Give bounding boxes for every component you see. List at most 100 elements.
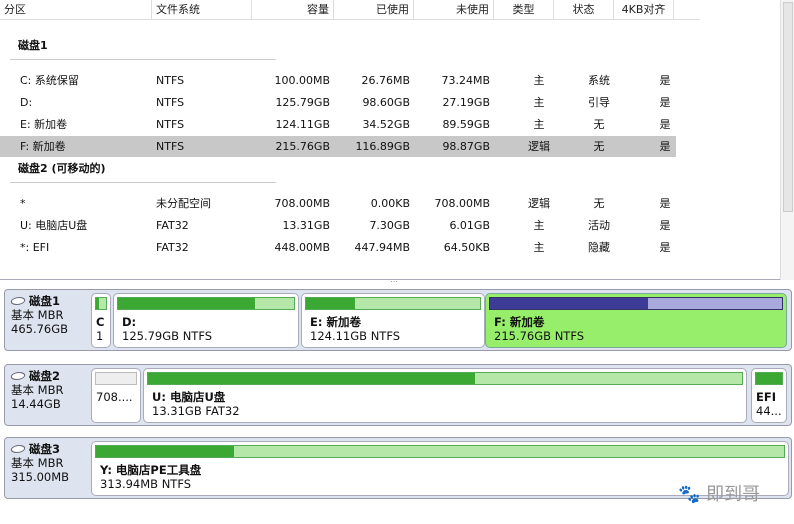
partition-info: 215.76GB NTFS	[494, 329, 585, 343]
cell-cap: 100.00MB	[274, 74, 330, 87]
cell-free: 708.00MB	[434, 197, 490, 210]
disk-name-line: 磁盘1	[9, 294, 68, 308]
cell-type: 逻辑	[528, 140, 550, 153]
cell-type: 主	[533, 74, 545, 87]
column-header[interactable]: 未使用	[414, 0, 494, 20]
disk-label: 磁盘1 基本 MBR 465.76GB	[9, 294, 69, 336]
cell-fs: FAT32	[156, 241, 189, 254]
cell-free: 89.59GB	[442, 118, 490, 131]
partition-text: C1	[96, 315, 104, 343]
table-row[interactable]: F: 新加卷 NTFS 215.76GB 116.89GB 98.87GB 逻辑 无 是	[0, 136, 676, 157]
splitter-handle[interactable]: ⋯	[390, 277, 398, 286]
cell-name: F: 新加卷	[20, 140, 66, 153]
cell-fs: FAT32	[156, 219, 189, 232]
partition-block[interactable]: D: 125.79GB NTFS	[113, 293, 299, 348]
partition-info: 1	[96, 329, 104, 343]
disk-icon	[9, 297, 27, 305]
cell-type: 主	[533, 96, 545, 109]
disk-name-line: 磁盘2	[9, 369, 63, 383]
usage-fill	[148, 373, 475, 384]
cell-status: 引导	[588, 96, 610, 109]
cell-used: 0.00KB	[370, 197, 410, 210]
cell-align: 是	[659, 241, 671, 254]
table-row[interactable]: D: NTFS 125.79GB 98.60GB 27.19GB 主 引导 是	[0, 92, 676, 113]
partition-title: U: 电脑店U盘	[152, 390, 226, 404]
cell-name: *: EFI	[20, 241, 50, 254]
partition-info: 708....	[96, 390, 133, 404]
usage-fill	[756, 373, 782, 384]
cell-used: 26.76MB	[361, 74, 410, 87]
cell-fs: 未分配空间	[156, 197, 211, 210]
cell-name: *	[20, 197, 26, 210]
usage-bar	[755, 372, 783, 385]
watermark-text: 即到哥	[706, 484, 761, 505]
cell-status: 隐藏	[588, 241, 610, 254]
usage-bar	[147, 372, 743, 385]
disk-size: 465.76GB	[11, 322, 69, 336]
table-row[interactable]: *: EFI FAT32 448.00MB 447.94MB 64.50KB 主 隐藏 是	[0, 237, 676, 258]
cell-name: D:	[20, 96, 33, 109]
disk-kind: 基本 MBR	[11, 456, 64, 470]
partition-list: 分区 文件系统 容量 已使用 未使用 类型 状态 4KB对齐 磁盘1 C: 系统保留 NTFS 10…	[0, 0, 794, 280]
partition-title: EFI	[756, 390, 776, 404]
disk-size: 315.00MB	[11, 470, 70, 484]
column-header[interactable]: 已使用	[334, 0, 414, 20]
partition-title: D:	[122, 315, 137, 329]
cell-free: 98.87GB	[442, 140, 490, 153]
usage-fill	[96, 298, 99, 309]
cell-free: 6.01GB	[449, 219, 490, 232]
cell-used: 116.89GB	[355, 140, 410, 153]
column-header[interactable]: 4KB对齐	[614, 0, 674, 20]
vertical-scrollbar[interactable]	[780, 0, 794, 280]
usage-bar	[117, 297, 295, 310]
partition-text: EFI 44...	[756, 390, 782, 418]
column-header[interactable]: 状态	[554, 0, 614, 20]
usage-bar	[95, 297, 107, 310]
column-header[interactable]: 文件系统	[152, 0, 252, 20]
disk-name: 磁盘2	[29, 369, 61, 383]
cell-cap: 215.76GB	[275, 140, 330, 153]
column-header[interactable]: 分区	[0, 0, 152, 20]
disk-name-line: 磁盘3	[9, 442, 69, 456]
disk-1[interactable]: 磁盘1 基本 MBR 465.76GB C 1 D: 125.79GB NTFS E: 新加卷…	[4, 289, 792, 351]
cell-align: 是	[659, 118, 671, 131]
cell-type: 主	[533, 241, 545, 254]
partition-text: F: 新加卷 215.76GB NTFS	[494, 315, 584, 343]
disk-2[interactable]: 磁盘2 基本 MBR 14.44GB 708.... U: 电脑店U盘 13.31GB F…	[4, 364, 792, 426]
partition-info: 125.79GB NTFS	[122, 329, 213, 343]
table-row[interactable]: E: 新加卷 NTFS 124.11GB 34.52GB 89.59GB 主 无 是	[0, 114, 676, 135]
disk-size: 14.44GB	[11, 397, 61, 411]
partition-text: Y: 电脑店PE工具盘 313.94MB NTFS	[100, 463, 201, 491]
partition-block[interactable]: 708....	[91, 368, 141, 423]
cell-name: E: 新加卷	[20, 118, 68, 131]
partition-block[interactable]: U: 电脑店U盘 13.31GB FAT32	[143, 368, 747, 423]
partition-block[interactable]: F: 新加卷 215.76GB NTFS	[485, 293, 787, 348]
usage-fill	[306, 298, 355, 309]
disk-name: 磁盘1	[29, 294, 61, 308]
cell-align: 是	[659, 96, 671, 109]
cell-used: 447.94MB	[354, 241, 410, 254]
disk-3[interactable]: 磁盘3 基本 MBR 315.00MB Y: 电脑店PE工具盘 313.94MB NTF…	[4, 437, 792, 499]
usage-bar	[95, 445, 785, 458]
partition-title: Y: 电脑店PE工具盘	[100, 463, 202, 477]
partition-info: 44...	[756, 404, 782, 418]
cell-status: 无	[593, 140, 605, 153]
section-divider	[10, 182, 276, 183]
column-header[interactable]: 类型	[494, 0, 554, 20]
usage-bar	[305, 297, 481, 310]
cell-status: 无	[593, 118, 605, 131]
column-header[interactable]: 容量	[252, 0, 334, 20]
partition-block[interactable]: EFI 44...	[751, 368, 787, 423]
table-row[interactable]: * 未分配空间 708.00MB 0.00KB 708.00MB 逻辑 无 是	[0, 193, 676, 214]
cell-fs: NTFS	[156, 96, 185, 109]
disk-section-title: 磁盘1	[18, 39, 48, 52]
scrollbar-thumb[interactable]	[783, 2, 793, 212]
partition-block[interactable]: C1	[91, 293, 111, 348]
cell-fs: NTFS	[156, 118, 185, 131]
cell-type: 主	[533, 118, 545, 131]
table-row[interactable]: U: 电脑店U盘 FAT32 13.31GB 7.30GB 6.01GB 主 活动 是	[0, 215, 676, 236]
cell-name: C: 系统保留	[20, 74, 79, 87]
partition-text: D: 125.79GB NTFS	[122, 315, 212, 343]
table-row[interactable]: C: 系统保留 NTFS 100.00MB 26.76MB 73.24MB 主 系统 是	[0, 70, 676, 91]
partition-block[interactable]: E: 新加卷 124.11GB NTFS	[301, 293, 485, 348]
